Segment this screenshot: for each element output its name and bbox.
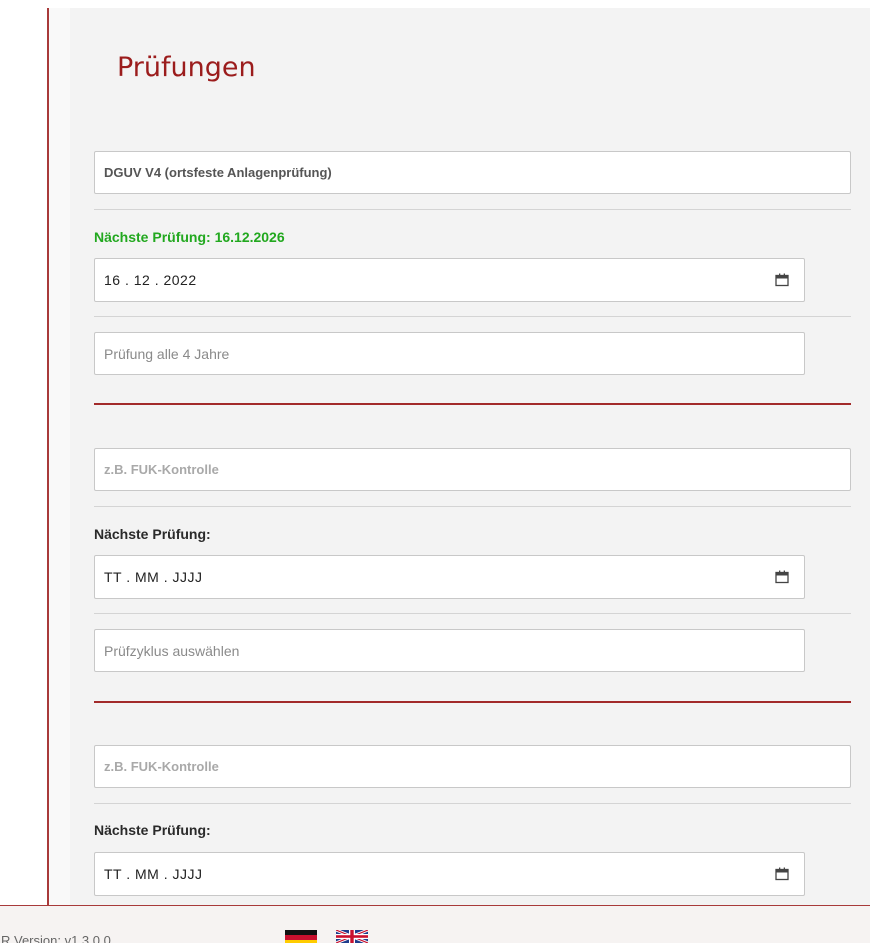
inspection-3-name-placeholder: z.B. FUK-Kontrolle bbox=[104, 759, 219, 774]
inspection-3-next-due-label: Nächste Prüfung: bbox=[94, 822, 211, 838]
divider bbox=[94, 316, 851, 317]
inspection-1-name-value: DGUV V4 (ortsfeste Anlagenprüfung) bbox=[104, 165, 332, 180]
flag-uk-icon[interactable] bbox=[336, 930, 368, 943]
inspection-2-cycle-select[interactable]: Prüfzyklus auswählen bbox=[94, 629, 805, 672]
inspection-2-cycle-placeholder: Prüfzyklus auswählen bbox=[104, 642, 240, 659]
inspection-1-cycle-select[interactable]: Prüfung alle 4 Jahre bbox=[94, 332, 805, 375]
calendar-icon[interactable] bbox=[775, 570, 789, 584]
divider bbox=[94, 613, 851, 614]
page: Prüfungen DGUV V4 (ortsfeste Anlagenprüf… bbox=[0, 0, 870, 943]
divider bbox=[94, 803, 851, 804]
inspection-1-cycle-value: Prüfung alle 4 Jahre bbox=[104, 345, 230, 362]
section-separator bbox=[94, 403, 851, 405]
page-title: Prüfungen bbox=[117, 52, 256, 83]
inspection-2-name-field[interactable]: z.B. FUK-Kontrolle bbox=[94, 448, 851, 491]
inspection-3-date-placeholder: TT . MM . JJJJ bbox=[104, 866, 203, 882]
inspection-2-next-due-label: Nächste Prüfung: bbox=[94, 526, 211, 542]
calendar-icon[interactable] bbox=[775, 273, 789, 287]
version-text: R Version: v1.3.0.0 bbox=[1, 933, 111, 943]
left-rail-panel bbox=[49, 8, 70, 905]
inspection-1-name-field[interactable]: DGUV V4 (ortsfeste Anlagenprüfung) bbox=[94, 151, 851, 194]
inspection-2-date-placeholder: TT . MM . JJJJ bbox=[104, 569, 203, 585]
divider bbox=[94, 209, 851, 210]
flag-de-icon[interactable] bbox=[285, 930, 317, 943]
inspection-2-name-placeholder: z.B. FUK-Kontrolle bbox=[104, 462, 219, 477]
inspection-3-date-input[interactable]: TT . MM . JJJJ bbox=[94, 852, 805, 896]
section-separator bbox=[94, 701, 851, 703]
inspection-1-date-input[interactable]: 16 . 12 . 2022 bbox=[94, 258, 805, 302]
footer: R Version: v1.3.0.0 bbox=[0, 906, 870, 943]
inspection-1-date-value: 16 . 12 . 2022 bbox=[104, 272, 197, 288]
inspection-1-next-due-label: Nächste Prüfung: 16.12.2026 bbox=[94, 229, 285, 245]
inspection-3-name-field[interactable]: z.B. FUK-Kontrolle bbox=[94, 745, 851, 788]
divider bbox=[94, 506, 851, 507]
inspection-2-date-input[interactable]: TT . MM . JJJJ bbox=[94, 555, 805, 599]
calendar-icon[interactable] bbox=[775, 867, 789, 881]
